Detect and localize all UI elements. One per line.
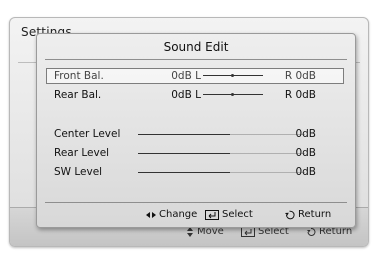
center-level-value: 0dB xyxy=(295,128,316,140)
center-level-row[interactable]: Center Level 0dB xyxy=(46,126,344,142)
center-level-slider[interactable] xyxy=(138,134,305,135)
sw-level-value: 0dB xyxy=(295,166,316,178)
dialog-footer: Change Select Return xyxy=(37,208,355,224)
enter-icon xyxy=(205,209,219,220)
return-icon xyxy=(284,210,295,220)
change-hint: Change xyxy=(146,209,197,220)
title-divider xyxy=(45,59,347,60)
rear-balance-row[interactable]: Rear Bal. 0dB L R 0dB xyxy=(46,87,344,103)
change-label: Change xyxy=(159,209,198,220)
front-balance-slider[interactable] xyxy=(203,74,263,77)
rear-level-row[interactable]: Rear Level 0dB xyxy=(46,145,344,161)
rear-level-slider[interactable] xyxy=(138,153,305,154)
return-icon xyxy=(306,227,316,237)
rear-level-label: Rear Level xyxy=(54,147,110,159)
return-hint-dialog: Return xyxy=(284,209,331,220)
center-level-label: Center Level xyxy=(54,128,121,140)
rear-balance-left-value: 0dB L xyxy=(171,89,201,101)
front-balance-row[interactable]: Front Bal. 0dB L R 0dB xyxy=(46,68,344,84)
sw-level-slider[interactable] xyxy=(138,172,305,173)
center-level-fill xyxy=(138,134,230,135)
enter-icon xyxy=(241,226,255,237)
footer-divider xyxy=(45,202,347,203)
front-balance-right-value: R 0dB xyxy=(284,70,316,82)
front-balance-label: Front Bal. xyxy=(54,70,104,82)
rear-level-value: 0dB xyxy=(295,147,316,159)
sw-level-label: SW Level xyxy=(54,166,103,178)
select-hint-dialog: Select xyxy=(205,209,253,220)
select-label-dialog: Select xyxy=(222,209,253,220)
arrow-left-right-icon xyxy=(146,211,156,219)
arrow-up-down-icon xyxy=(186,226,194,237)
return-label-dialog: Return xyxy=(298,209,332,220)
rear-balance-right-value: R 0dB xyxy=(284,89,316,101)
sound-edit-dialog: Sound Edit Front Bal. 0dB L R 0dB Rear B… xyxy=(36,33,356,228)
sw-level-fill xyxy=(138,172,230,173)
rear-level-fill xyxy=(138,153,230,154)
sw-level-row[interactable]: SW Level 0dB xyxy=(46,164,344,180)
front-balance-knob[interactable] xyxy=(231,74,234,77)
rear-balance-knob[interactable] xyxy=(231,93,234,96)
dialog-title: Sound Edit xyxy=(163,40,229,54)
rear-balance-slider[interactable] xyxy=(203,93,263,96)
front-balance-left-value: 0dB L xyxy=(171,70,201,82)
rear-balance-label: Rear Bal. xyxy=(54,89,102,101)
